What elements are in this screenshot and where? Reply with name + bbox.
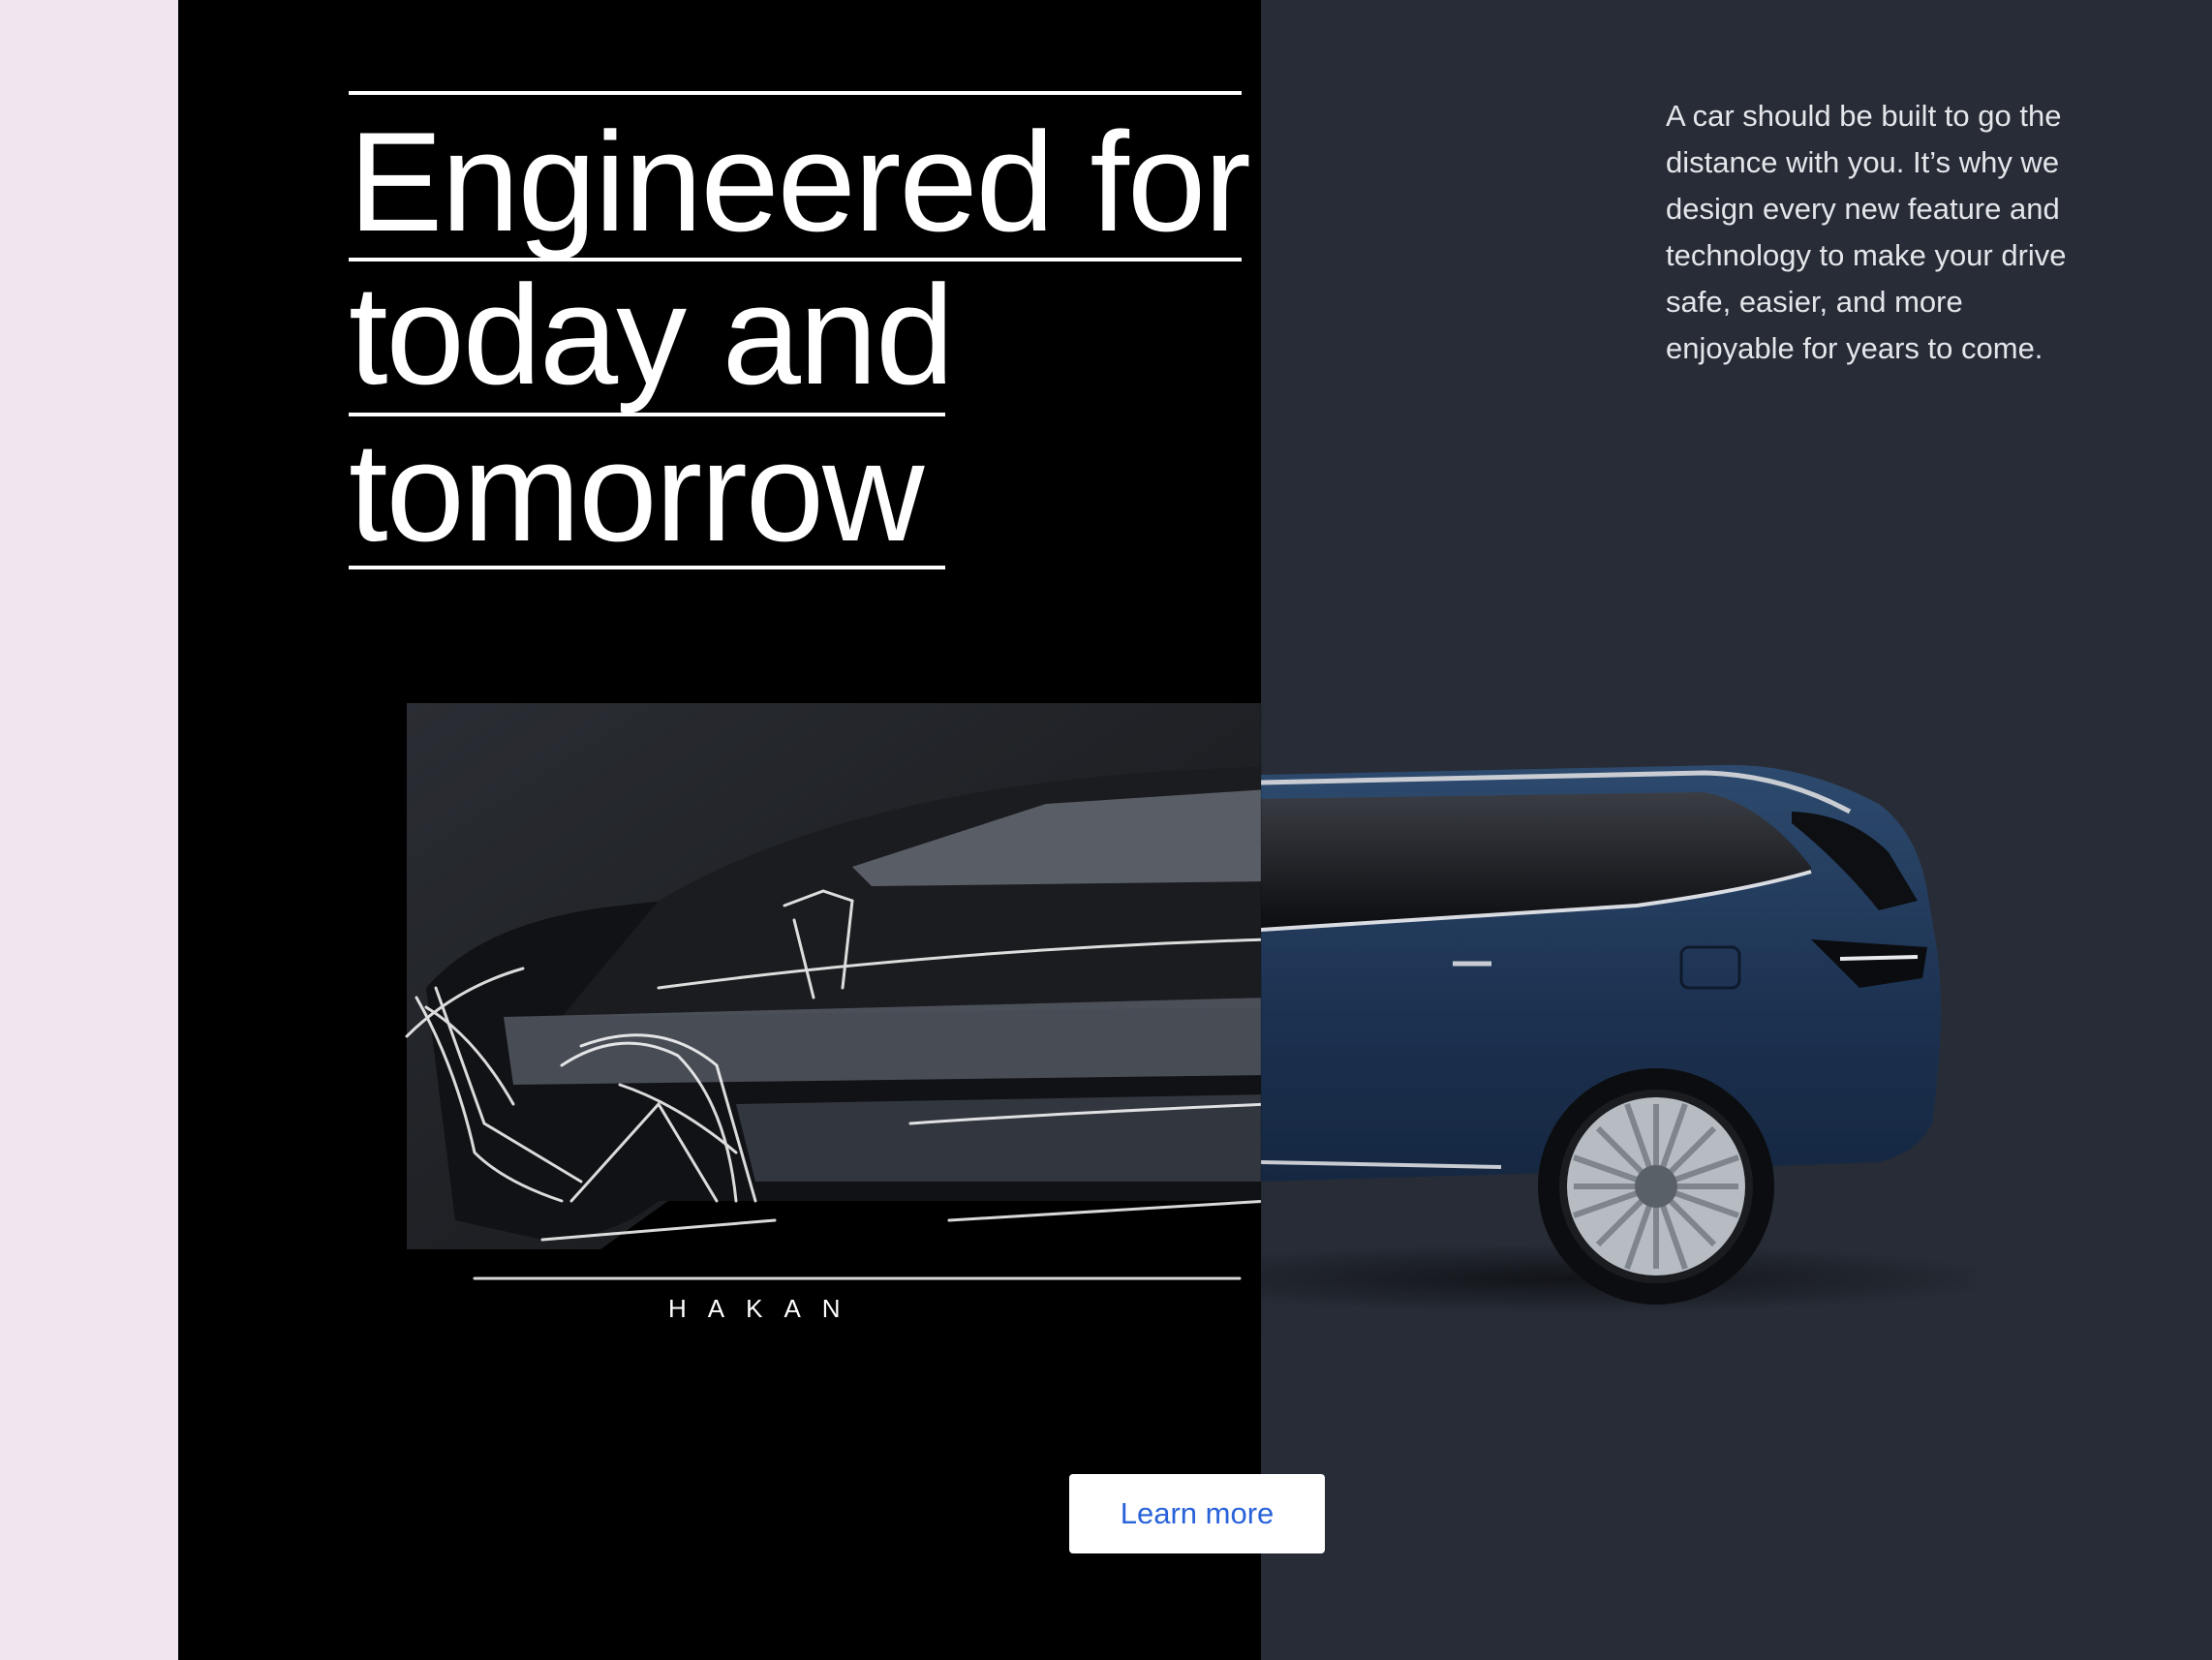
- headline-rule: [349, 566, 945, 569]
- headline-line-3: tomorrow: [349, 413, 924, 570]
- svg-text:HAKAN: HAKAN: [668, 1294, 862, 1323]
- page-margin: [0, 0, 179, 1660]
- headline-line-2: today and: [349, 256, 954, 414]
- learn-more-button[interactable]: Learn more: [1069, 1474, 1325, 1553]
- intro-paragraph: A car should be built to go the distance…: [1666, 99, 2067, 365]
- headline-line-1: Engineered for: [349, 103, 1251, 261]
- car-hero-image: HAKAN: [405, 697, 1976, 1337]
- headline-rule: [349, 91, 1242, 95]
